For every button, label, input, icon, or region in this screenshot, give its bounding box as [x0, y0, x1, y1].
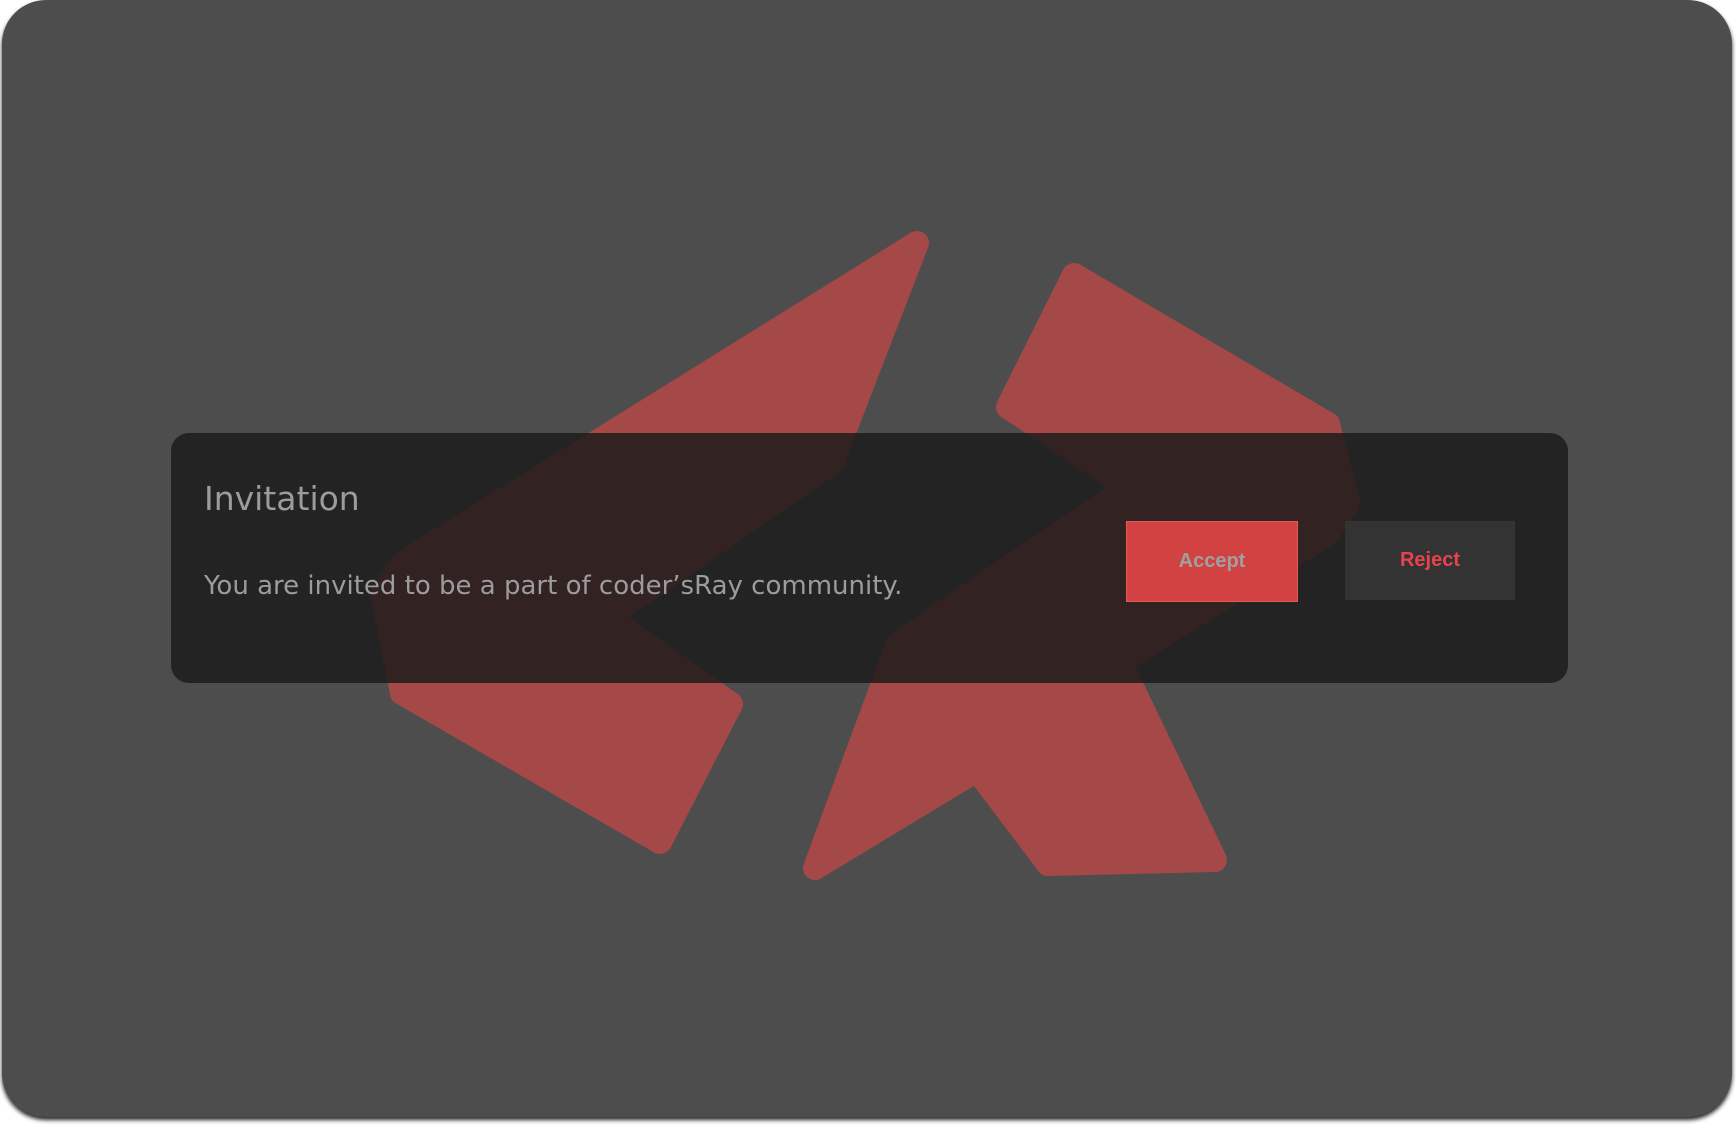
- invitation-dialog: Invitation You are invited to be a part …: [171, 433, 1568, 683]
- reject-button[interactable]: Reject: [1345, 521, 1515, 600]
- accept-button[interactable]: Accept: [1126, 521, 1298, 602]
- invitation-message: You are invited to be a part of coder’sR…: [204, 571, 903, 601]
- app-window: Invitation You are invited to be a part …: [2, 0, 1732, 1117]
- dialog-title: Invitation: [204, 479, 360, 518]
